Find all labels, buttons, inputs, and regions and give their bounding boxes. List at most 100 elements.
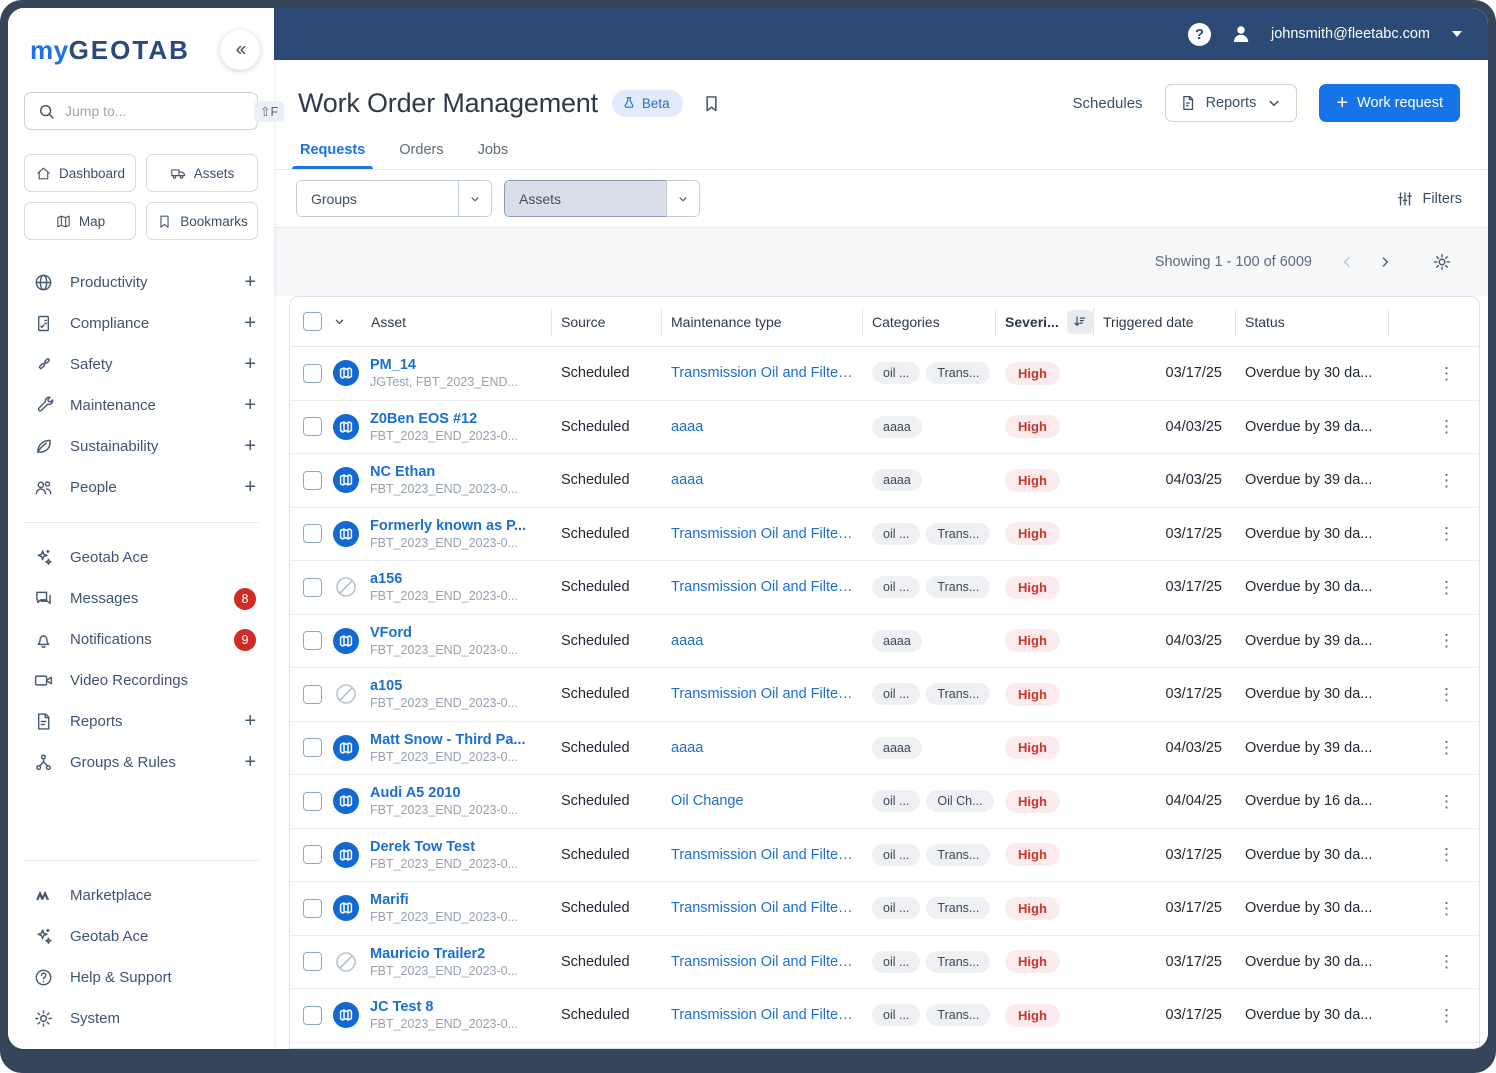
- row-checkbox[interactable]: [303, 363, 322, 383]
- sidebar-item-people[interactable]: People +: [8, 467, 274, 508]
- table-row[interactable]: Formerly known as P... FBT_2023_END_2023-…: [290, 508, 1479, 561]
- quick-link-map[interactable]: Map: [24, 202, 136, 240]
- asset-name-link[interactable]: Marifi: [370, 892, 518, 908]
- asset-name-link[interactable]: a105: [370, 678, 518, 694]
- expand-plus-icon[interactable]: +: [244, 476, 256, 499]
- row-menu-kebab-icon[interactable]: ⋮: [1438, 686, 1455, 703]
- row-menu-kebab-icon[interactable]: ⋮: [1438, 525, 1455, 542]
- column-header-source[interactable]: Source: [552, 307, 662, 336]
- sidebar-item-messages[interactable]: Messages 8: [8, 578, 274, 619]
- sidebar-item-notifications[interactable]: Notifications 9: [8, 619, 274, 660]
- row-checkbox[interactable]: [303, 577, 322, 597]
- sidebar-item-groups-rules[interactable]: Groups & Rules +: [8, 742, 274, 783]
- sidebar-item-help-support[interactable]: Help & Support: [8, 957, 274, 998]
- sidebar-collapse-button[interactable]: [220, 30, 260, 70]
- sidebar-item-video-recordings[interactable]: Video Recordings: [8, 660, 274, 701]
- select-all-checkbox[interactable]: [303, 312, 322, 331]
- row-checkbox[interactable]: [303, 791, 322, 811]
- table-row[interactable]: Audi A5 2010 FBT_2023_END_2023-0... Schedu…: [290, 775, 1479, 829]
- assets-filter-dropdown[interactable]: Assets: [504, 180, 700, 217]
- table-settings-gear-icon[interactable]: [1426, 246, 1458, 278]
- maintenance-type-link[interactable]: Oil Change: [671, 793, 853, 809]
- row-checkbox[interactable]: [303, 1005, 322, 1025]
- reports-button[interactable]: Reports: [1164, 84, 1298, 122]
- asset-name-link[interactable]: Formerly known as P...: [370, 518, 526, 534]
- maintenance-type-link[interactable]: Transmission Oil and Filter...: [671, 526, 853, 542]
- row-checkbox[interactable]: [303, 470, 322, 490]
- expand-plus-icon[interactable]: +: [244, 435, 256, 458]
- expand-plus-icon[interactable]: +: [244, 710, 256, 733]
- table-row[interactable]: Derek Tow Test FBT_2023_END_2023-0... Sche…: [290, 829, 1479, 882]
- tab-orders[interactable]: Orders: [399, 142, 443, 169]
- table-row[interactable]: a156 FBT_2023_END_2023-0... Scheduled Trans…: [290, 561, 1479, 615]
- expand-plus-icon[interactable]: +: [244, 271, 256, 294]
- asset-name-link[interactable]: JC Test 8: [370, 999, 518, 1015]
- sidebar-item-sustainability[interactable]: Sustainability +: [8, 426, 274, 467]
- table-row[interactable]: a105 FBT_2023_END_2023-0... Scheduled Trans…: [290, 668, 1479, 722]
- tab-jobs[interactable]: Jobs: [478, 142, 509, 169]
- maintenance-type-link[interactable]: aaaa: [671, 740, 853, 756]
- maintenance-type-link[interactable]: Transmission Oil and Filter...: [671, 847, 853, 863]
- asset-name-link[interactable]: Mauricio Trailer2: [370, 946, 518, 962]
- column-header-maintenance-type[interactable]: Maintenance type: [662, 307, 863, 336]
- maintenance-type-link[interactable]: aaaa: [671, 472, 853, 488]
- row-checkbox[interactable]: [303, 684, 322, 704]
- sidebar-item-productivity[interactable]: Productivity +: [8, 262, 274, 303]
- row-menu-kebab-icon[interactable]: ⋮: [1438, 739, 1455, 756]
- select-menu-chevron-icon[interactable]: [332, 314, 347, 329]
- row-menu-kebab-icon[interactable]: ⋮: [1438, 900, 1455, 917]
- table-row[interactable]: JC Test 8 FBT_2023_END_2023-0... Scheduled…: [290, 989, 1479, 1043]
- asset-name-link[interactable]: Derek Tow Test: [370, 839, 518, 855]
- expand-plus-icon[interactable]: +: [244, 394, 256, 417]
- search-input[interactable]: [65, 103, 246, 119]
- row-menu-kebab-icon[interactable]: ⋮: [1438, 579, 1455, 596]
- maintenance-type-link[interactable]: Transmission Oil and Filter...: [671, 686, 853, 702]
- table-row[interactable]: Mauricio Trailer2 FBT_2023_END_2023-0... S…: [290, 936, 1479, 989]
- row-checkbox[interactable]: [303, 738, 322, 758]
- maintenance-type-link[interactable]: aaaa: [671, 633, 853, 649]
- sidebar-item-system[interactable]: System: [8, 998, 274, 1039]
- table-row[interactable]: Marifi FBT_2023_END_2023-0... Scheduled Tra…: [290, 882, 1479, 936]
- row-checkbox[interactable]: [303, 845, 322, 865]
- maintenance-type-link[interactable]: Transmission Oil and Filter...: [671, 579, 853, 595]
- user-avatar-icon[interactable]: [1229, 22, 1253, 46]
- row-checkbox[interactable]: [303, 631, 322, 651]
- expand-plus-icon[interactable]: +: [244, 312, 256, 335]
- row-menu-kebab-icon[interactable]: ⋮: [1438, 793, 1455, 810]
- sidebar-item-geotab-ace[interactable]: Geotab Ace: [8, 916, 274, 957]
- filters-button[interactable]: Filters: [1396, 190, 1462, 208]
- sidebar-item-compliance[interactable]: Compliance +: [8, 303, 274, 344]
- groups-filter-dropdown[interactable]: Groups: [296, 180, 492, 217]
- row-menu-kebab-icon[interactable]: ⋮: [1438, 953, 1455, 970]
- column-header-categories[interactable]: Categories: [863, 307, 996, 336]
- asset-name-link[interactable]: Audi A5 2010: [370, 785, 518, 801]
- row-menu-kebab-icon[interactable]: ⋮: [1438, 632, 1455, 649]
- schedules-link[interactable]: Schedules: [1073, 95, 1143, 112]
- maintenance-type-link[interactable]: aaaa: [671, 419, 853, 435]
- row-menu-kebab-icon[interactable]: ⋮: [1438, 472, 1455, 489]
- maintenance-type-link[interactable]: Transmission Oil and Filter...: [671, 1007, 853, 1023]
- user-email[interactable]: johnsmith@fleetabc.com: [1271, 26, 1430, 42]
- column-header-triggered-date[interactable]: Triggered date: [1094, 307, 1236, 336]
- help-icon[interactable]: ?: [1188, 22, 1212, 46]
- column-header-severity[interactable]: Severi...: [996, 307, 1094, 336]
- sidebar-item-maintenance[interactable]: Maintenance +: [8, 385, 274, 426]
- row-menu-kebab-icon[interactable]: ⋮: [1438, 418, 1455, 435]
- row-checkbox[interactable]: [303, 952, 322, 972]
- quick-link-dashboard[interactable]: Dashboard: [24, 154, 136, 192]
- asset-name-link[interactable]: PM_14: [370, 357, 518, 373]
- next-page-button[interactable]: [1370, 247, 1400, 277]
- sort-descending-icon[interactable]: [1066, 309, 1093, 334]
- sidebar-item-geotab-ace[interactable]: Geotab Ace: [8, 537, 274, 578]
- jump-to-search[interactable]: ⇧F: [24, 92, 285, 130]
- quick-link-assets[interactable]: Assets: [146, 154, 258, 192]
- bookmark-page-icon[interactable]: [701, 93, 722, 114]
- sidebar-item-reports[interactable]: Reports +: [8, 701, 274, 742]
- asset-name-link[interactable]: VFord: [370, 625, 518, 641]
- quick-link-bookmarks[interactable]: Bookmarks: [146, 202, 258, 240]
- expand-plus-icon[interactable]: +: [244, 353, 256, 376]
- column-header-status[interactable]: Status: [1236, 307, 1389, 336]
- row-menu-kebab-icon[interactable]: ⋮: [1438, 846, 1455, 863]
- table-row[interactable]: Matt Snow - Third Pa... FBT_2023_END_2023…: [290, 722, 1479, 775]
- row-checkbox[interactable]: [303, 524, 322, 544]
